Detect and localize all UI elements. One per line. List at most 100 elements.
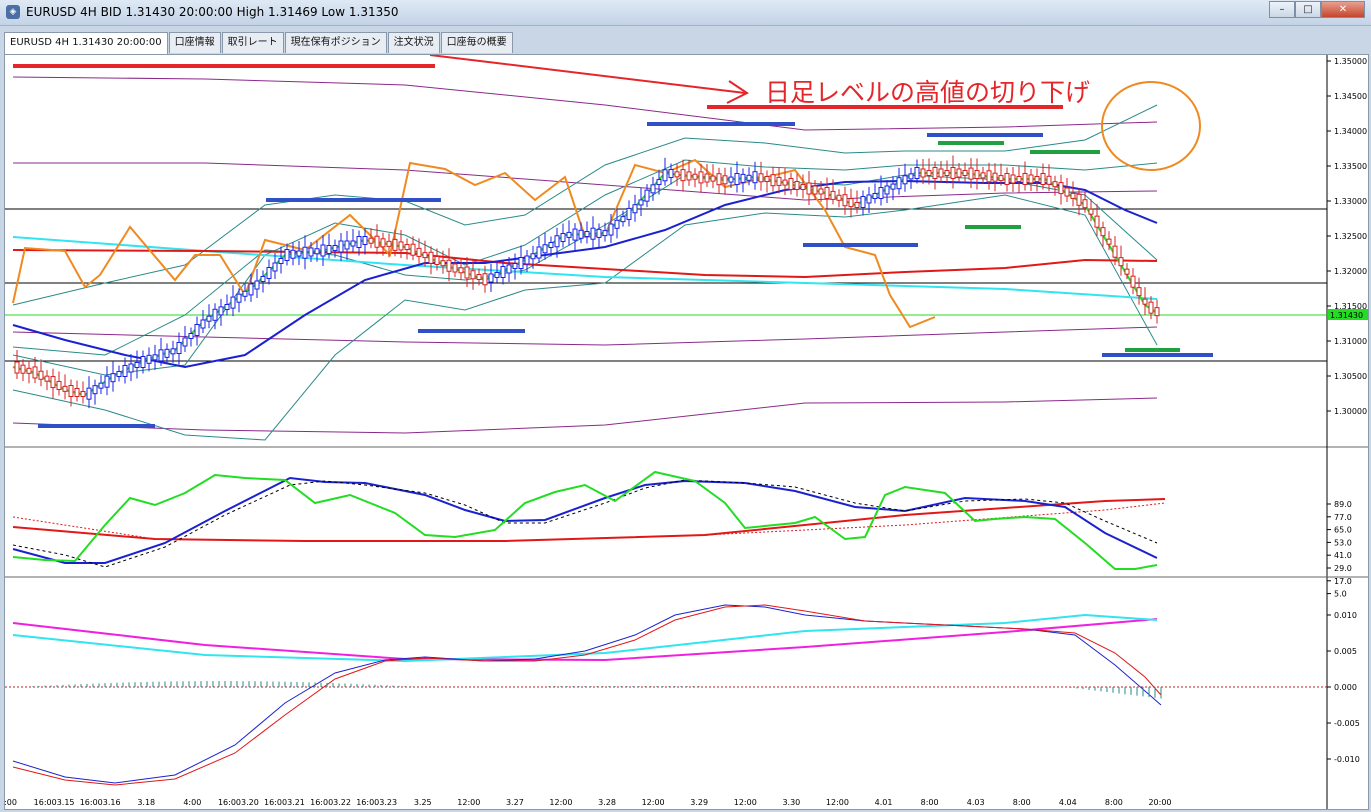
candle-body: [866, 194, 872, 204]
tab-account-summary[interactable]: 口座毎の概要: [440, 32, 513, 53]
time-axis-label: 3.27: [506, 798, 524, 807]
candle-body: [926, 170, 932, 176]
candle-body: [644, 189, 650, 202]
candle-body: [1100, 227, 1106, 237]
stoch-axis: 89.0 77.0 65.0 53.0 41.0 29.0 17.0 5.0: [1327, 500, 1352, 599]
price-axis-label: 1.31500: [1334, 302, 1367, 311]
candle-body: [500, 266, 506, 278]
candle-body: [404, 244, 410, 250]
candle-body: [860, 196, 866, 208]
macd-panel: 0.010 0.005 0.000 -0.005 -0.010: [5, 604, 1360, 786]
candle-body: [266, 267, 272, 279]
candle-body: [902, 175, 908, 185]
time-axis-label: 4:00: [5, 798, 17, 807]
candle-body: [146, 354, 152, 364]
tab-rates[interactable]: 取引レート: [221, 32, 284, 53]
candle-body: [92, 385, 98, 395]
macd-axis-label: 0.005: [1334, 647, 1357, 656]
tab-bar: EURUSD 4H 1.31430 20:00:00 口座情報 取引レート 現在…: [4, 32, 514, 55]
candle-body: [560, 233, 566, 242]
candle-body: [1130, 275, 1136, 288]
maximize-button[interactable]: □: [1295, 1, 1321, 18]
candle-body: [896, 177, 902, 190]
time-axis-label: 12:00: [549, 798, 572, 807]
candle-body: [518, 257, 524, 269]
candle-body: [554, 235, 560, 248]
candle-body: [470, 270, 476, 280]
candle-body: [1148, 301, 1154, 314]
close-button[interactable]: ✕: [1321, 1, 1365, 18]
candle-body: [356, 236, 362, 248]
candle-body: [458, 267, 464, 274]
candle-body: [626, 207, 632, 220]
candle-body: [1052, 181, 1058, 188]
candle-body: [662, 169, 668, 182]
candle-body: [1064, 187, 1070, 197]
price-axis-label: 1.33000: [1334, 197, 1367, 206]
tab-orders[interactable]: 注文状況: [387, 32, 440, 53]
candle-body: [602, 230, 608, 237]
stoch-axis-label: 53.0: [1334, 538, 1352, 547]
chart-canvas[interactable]: 日足レベルの高値の切り下げ 1.31430 1.35000 1.34500 1.34…: [5, 55, 1368, 809]
candle-body: [218, 306, 224, 316]
candle-body: [800, 184, 806, 190]
minimize-button[interactable]: –: [1269, 1, 1295, 18]
candle-body: [890, 183, 896, 190]
candle-body: [536, 246, 542, 259]
time-axis-label: 3.28: [598, 798, 616, 807]
candle-body: [452, 263, 458, 273]
candle-body: [392, 238, 398, 251]
candle-body: [32, 366, 38, 379]
candle-body: [290, 249, 296, 259]
time-axis-label: 16:003.15: [34, 798, 75, 807]
tab-positions[interactable]: 現在保有ポジション: [284, 32, 387, 53]
chart-area[interactable]: 日足レベルの高値の切り下げ 1.31430 1.35000 1.34500 1.34…: [4, 54, 1369, 810]
candle-body: [620, 216, 626, 223]
candle-body: [1136, 287, 1142, 297]
time-axis-label: 4.04: [1059, 798, 1077, 807]
candle-body: [818, 188, 824, 195]
candle-body: [1154, 307, 1160, 317]
candle-body: [650, 184, 656, 194]
candle-body: [938, 168, 944, 178]
candle-body: [734, 173, 740, 185]
candle-body: [590, 227, 596, 240]
time-axis-label: 3.30: [782, 798, 800, 807]
time-axis-label: 12:00: [826, 798, 849, 807]
candle-body: [854, 202, 860, 208]
candle-body: [812, 185, 818, 195]
tab-account-info[interactable]: 口座情報: [168, 32, 221, 53]
macd-axis-label: -0.010: [1334, 755, 1360, 764]
candle-body: [188, 333, 194, 339]
candle-body: [38, 370, 44, 380]
candle-body: [872, 193, 878, 199]
candle-body: [314, 248, 320, 255]
candle-body: [1142, 298, 1148, 305]
candle-body: [686, 171, 692, 181]
candle-body: [992, 172, 998, 182]
candle-body: [944, 170, 950, 176]
candle-body: [422, 252, 428, 259]
candle-body: [794, 181, 800, 190]
stoch-axis-label: 5.0: [1334, 590, 1347, 599]
candle-body: [344, 240, 350, 250]
macd-axis-label: -0.005: [1334, 719, 1360, 728]
candle-body: [752, 171, 758, 184]
candle-body: [548, 242, 554, 248]
candle-body: [782, 179, 788, 186]
candle-body: [74, 388, 80, 397]
tab-chart[interactable]: EURUSD 4H 1.31430 20:00:00: [4, 32, 168, 55]
current-price-label: 1.31430: [1330, 311, 1363, 320]
window-title: EURUSD 4H BID 1.31430 20:00:00 High 1.31…: [26, 5, 399, 19]
app-icon: ◈: [6, 5, 20, 19]
candle-body: [98, 382, 104, 389]
candle-body: [1040, 173, 1046, 185]
candle-body: [398, 241, 404, 251]
time-axis-label: 8:00: [921, 798, 939, 807]
stoch-axis-label: 77.0: [1334, 513, 1352, 522]
price-axis-label: 1.30500: [1334, 372, 1367, 381]
candle-body: [746, 174, 752, 181]
candle-body: [914, 167, 920, 179]
candle-body: [26, 367, 32, 374]
candle-body: [86, 387, 92, 400]
